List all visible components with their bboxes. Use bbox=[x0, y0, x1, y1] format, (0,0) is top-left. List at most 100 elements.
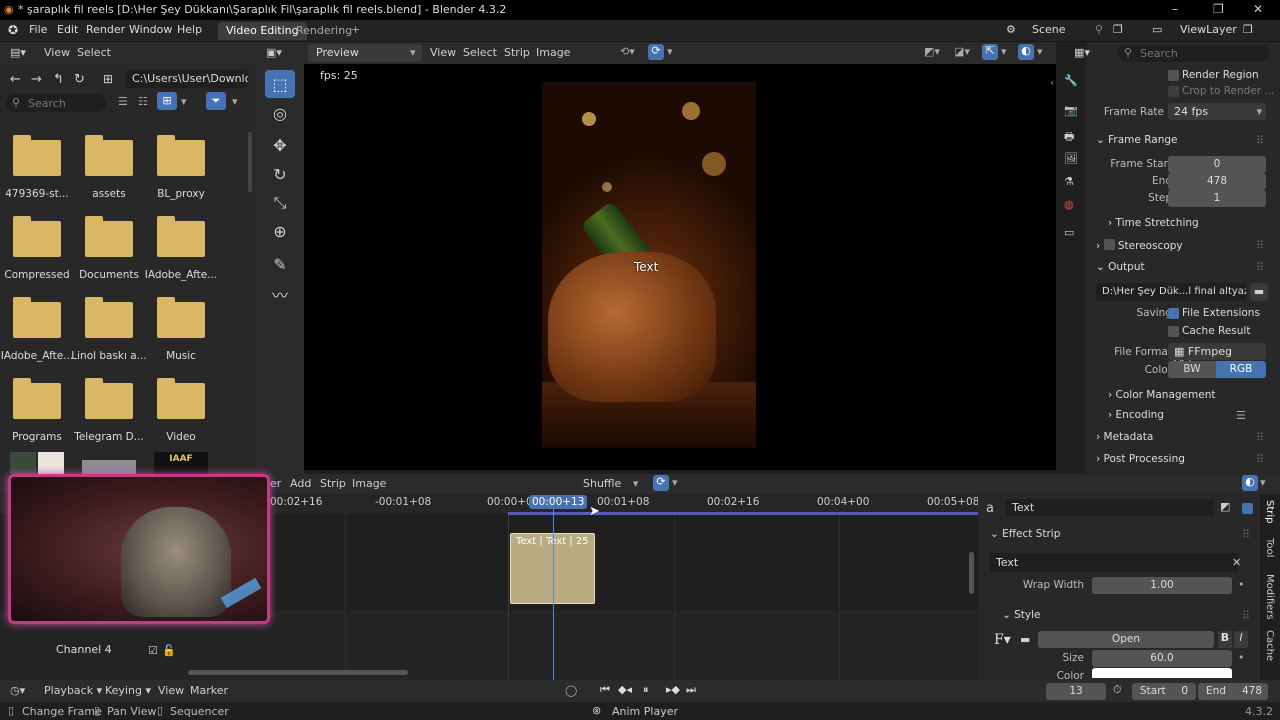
editor-type-icon[interactable]: ◷▾ bbox=[10, 684, 25, 697]
horizontal-scrollbar[interactable] bbox=[188, 670, 408, 675]
file-thumbnail[interactable]: IAAF bbox=[154, 452, 208, 474]
color-bw-button[interactable]: BW bbox=[1168, 361, 1216, 378]
start-frame-field[interactable]: Start 0 bbox=[1132, 683, 1196, 700]
current-frame-indicator[interactable]: 00:00+13 bbox=[529, 495, 588, 509]
path-field[interactable]: C:\Users\User\Downloa... bbox=[126, 70, 248, 88]
encoding-toggle[interactable]: › Encoding bbox=[1108, 409, 1164, 421]
chevron-down-icon[interactable]: ▾ bbox=[672, 476, 678, 489]
menu-keying[interactable]: Keying ▾ bbox=[105, 684, 151, 697]
frame-start-field[interactable]: 0 bbox=[1168, 156, 1266, 173]
overlay-icon[interactable]: ◐ bbox=[1242, 475, 1258, 491]
bold-toggle[interactable]: B bbox=[1218, 631, 1232, 648]
chevron-down-icon[interactable]: ▾ bbox=[1001, 45, 1007, 58]
minimize-button[interactable]: – bbox=[1172, 2, 1178, 16]
viewlayer-name[interactable]: ViewLayer bbox=[1180, 23, 1237, 36]
file-extensions-checkbox[interactable] bbox=[1168, 308, 1179, 319]
menu-view[interactable]: View bbox=[430, 46, 456, 59]
folder-item[interactable] bbox=[13, 216, 61, 257]
drag-handle-icon[interactable]: ⠿ bbox=[1242, 528, 1250, 541]
new-viewlayer-icon[interactable]: ❐ bbox=[1243, 23, 1253, 36]
playhead[interactable] bbox=[553, 508, 554, 680]
display-grid-icon[interactable]: ⊞ bbox=[157, 92, 177, 110]
tool-tab-icon[interactable]: 🔧 bbox=[1064, 74, 1078, 87]
open-font-button[interactable]: Open bbox=[1038, 631, 1214, 648]
folder-open-icon[interactable]: ▬ bbox=[1020, 633, 1030, 646]
scene-icon[interactable]: ⚙ bbox=[1006, 23, 1016, 36]
tab-rendering[interactable]: Rendering bbox=[288, 22, 360, 40]
size-field[interactable]: 60.0 bbox=[1092, 650, 1232, 667]
editor-type-icon[interactable]: ▦▾ bbox=[1074, 46, 1090, 59]
folder-item[interactable] bbox=[157, 135, 205, 176]
menu-strip[interactable]: Strip bbox=[504, 46, 530, 59]
display-thumb-list-icon[interactable]: ☷ bbox=[138, 95, 148, 108]
folder-item[interactable] bbox=[157, 216, 205, 257]
move-tool-icon[interactable]: ✥ bbox=[265, 131, 295, 159]
drag-handle-icon[interactable]: ⠿ bbox=[1256, 261, 1264, 274]
back-arrow-icon[interactable]: ← bbox=[10, 72, 21, 87]
post-processing-toggle[interactable]: › Post Processing bbox=[1096, 453, 1185, 465]
new-folder-icon[interactable]: ⊞ bbox=[103, 72, 113, 86]
folder-item[interactable] bbox=[85, 297, 133, 338]
tab-strip[interactable]: Strip bbox=[1264, 500, 1275, 524]
editor-type-icon[interactable]: ▤▾ bbox=[10, 46, 26, 59]
rotate-tool-icon[interactable]: ↻ bbox=[265, 160, 295, 188]
cancel-icon[interactable]: ⊗ bbox=[592, 704, 601, 717]
add-workspace-button[interactable]: + bbox=[351, 23, 360, 36]
filter-icon[interactable]: ⏷ bbox=[206, 92, 226, 110]
display-channels-icon[interactable]: ◩▾ bbox=[924, 45, 940, 58]
view-layer-tab-icon[interactable]: 🖼 bbox=[1064, 152, 1078, 165]
pause-icon[interactable]: ⏸ bbox=[643, 683, 649, 697]
render-tab-icon[interactable]: 📷 bbox=[1064, 104, 1078, 117]
filter-dropdown-icon[interactable]: ▾ bbox=[232, 95, 238, 108]
tab-cache[interactable]: Cache bbox=[1264, 630, 1275, 661]
stopwatch-icon[interactable]: ⏱ bbox=[1113, 683, 1122, 697]
cache-result-checkbox[interactable] bbox=[1168, 326, 1179, 337]
annotate-tool-icon[interactable]: 〰 bbox=[265, 280, 295, 308]
channel-lock-icon[interactable]: 🔓 bbox=[162, 644, 176, 657]
frame-rate-dropdown[interactable]: 24 fps ▾ bbox=[1168, 103, 1266, 120]
overlap-mode-dropdown[interactable]: Shuffle ▾ bbox=[583, 477, 638, 490]
next-keyframe-icon[interactable]: ▸◆ bbox=[666, 683, 680, 696]
close-button[interactable]: ✕ bbox=[1253, 2, 1263, 16]
strip-channel-icon[interactable]: ◩ bbox=[1220, 500, 1230, 513]
folder-item[interactable] bbox=[157, 297, 205, 338]
chevron-down-icon[interactable]: ▾ bbox=[1037, 45, 1043, 58]
select-box-tool-icon[interactable]: ⬚ bbox=[265, 70, 295, 98]
output-path-field[interactable]: D:\Her Şey Dük...l final altyazısız bbox=[1096, 283, 1246, 301]
menu-select[interactable]: Select bbox=[77, 46, 111, 59]
drag-handle-icon[interactable]: ⠿ bbox=[1242, 609, 1250, 622]
current-frame-field[interactable]: 13 bbox=[1046, 683, 1106, 700]
snap-icon[interactable]: ⟳ bbox=[648, 44, 664, 60]
menu-select[interactable]: Select bbox=[463, 46, 497, 59]
menu-edit[interactable]: Edit bbox=[57, 23, 78, 36]
vertical-scrollbar[interactable] bbox=[969, 552, 974, 594]
menu-add[interactable]: Add bbox=[290, 477, 311, 490]
effect-strip-toggle[interactable]: ⌄ Effect Strip bbox=[990, 528, 1060, 540]
menu-render[interactable]: Render bbox=[86, 23, 125, 36]
world-tab-icon[interactable]: ◍ bbox=[1064, 198, 1074, 211]
wrap-width-field[interactable]: 1.00 bbox=[1092, 577, 1232, 594]
sidebar-toggle-icon[interactable]: ‹ bbox=[1050, 76, 1054, 89]
menu-view[interactable]: View bbox=[44, 46, 70, 59]
forward-arrow-icon[interactable]: → bbox=[31, 72, 42, 87]
presets-icon[interactable]: ☰ bbox=[1236, 409, 1246, 422]
overlay-icon[interactable]: ◐ bbox=[1018, 44, 1034, 60]
viewlayer-icon[interactable]: ▭ bbox=[1152, 23, 1162, 36]
menu-file[interactable]: File bbox=[29, 23, 47, 36]
sample-tool-icon[interactable]: ✎ bbox=[265, 250, 295, 278]
scrollbar[interactable] bbox=[248, 132, 252, 192]
file-thumbnail[interactable] bbox=[10, 452, 36, 474]
color-rgb-button[interactable]: RGB bbox=[1216, 361, 1266, 378]
drag-handle-icon[interactable]: ⠿ bbox=[1256, 134, 1264, 147]
channel-mute-checkbox[interactable]: ☑ bbox=[148, 644, 158, 657]
text-color-swatch[interactable] bbox=[1092, 668, 1232, 678]
folder-item[interactable] bbox=[13, 378, 61, 419]
style-toggle[interactable]: ⌄ Style bbox=[1002, 609, 1041, 621]
cursor-tool-icon[interactable]: ◎ bbox=[265, 99, 295, 127]
step-field[interactable]: 1 bbox=[1168, 190, 1266, 207]
gizmo-icon[interactable]: ◪▾ bbox=[954, 45, 970, 58]
editor-type-icon[interactable]: ▣▾ bbox=[266, 46, 282, 59]
folder-browse-icon[interactable]: ▬ bbox=[1250, 283, 1268, 301]
output-toggle[interactable]: ⌄ Output bbox=[1096, 261, 1145, 273]
transform-tool-icon[interactable]: ⊕ bbox=[265, 217, 295, 245]
